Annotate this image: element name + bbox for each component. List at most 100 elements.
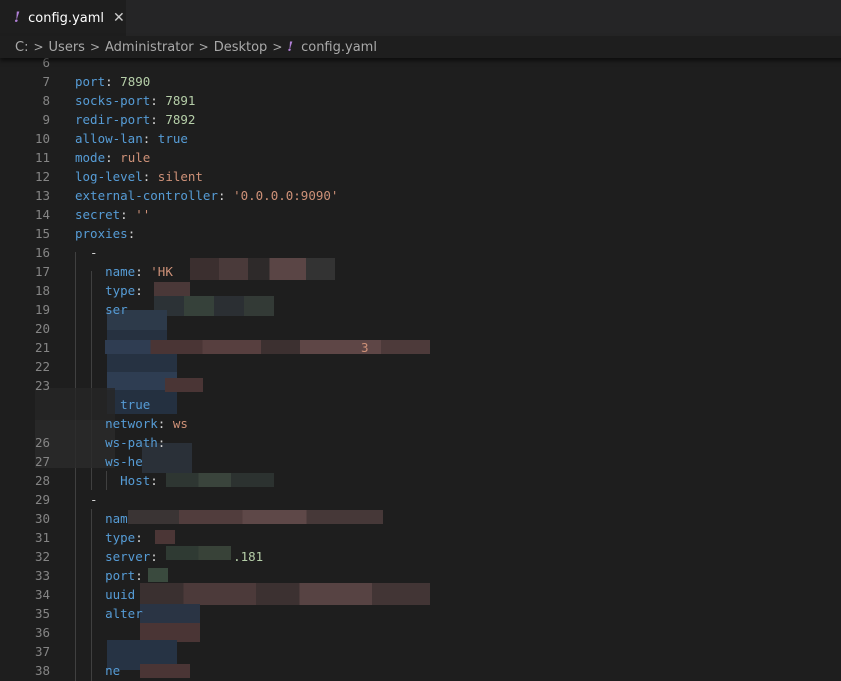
code-line[interactable]: 16 - — [0, 243, 841, 262]
line-code: 3 — [75, 338, 369, 357]
code-token: : — [120, 207, 136, 222]
line-code: secret: '' — [75, 205, 150, 224]
code-line[interactable]: 38 ne — [0, 661, 841, 680]
code-line[interactable]: 10 allow-lan: true — [0, 129, 841, 148]
line-number: 38 — [34, 663, 50, 678]
code-line[interactable]: 34 uuid — [0, 585, 841, 604]
code-line[interactable]: 15 proxies: — [0, 224, 841, 243]
code-line[interactable]: 36 — [0, 623, 841, 642]
code-token: 'HK — [150, 264, 173, 279]
breadcrumb-desktop[interactable]: Desktop — [214, 40, 268, 55]
line-code: ws-he — [75, 452, 143, 471]
code-line[interactable]: 22 — [0, 357, 841, 376]
code-token: server — [105, 549, 151, 564]
line-code: name: 'HK — [75, 262, 173, 281]
code-line[interactable]: 18 type: — [0, 281, 841, 300]
chevron-right-icon: > — [272, 40, 283, 54]
line-code: socks-port: 7891 — [75, 91, 195, 110]
line-number: 21 — [34, 340, 50, 355]
line-number: 37 — [34, 644, 50, 659]
code-line[interactable]: 11 mode: rule — [0, 148, 841, 167]
code-line[interactable]: network: ws — [0, 414, 841, 433]
chevron-right-icon: > — [89, 40, 100, 54]
code-line[interactable]: 17 name: 'HK — [0, 262, 841, 281]
code-line[interactable]: 13 external-controller: '0.0.0.0:9090' — [0, 186, 841, 205]
code-line[interactable]: 28 Host: — [0, 471, 841, 490]
code-token: : — [142, 169, 158, 184]
code-line[interactable]: 32 server: .181 — [0, 547, 841, 566]
code-token: true — [157, 131, 188, 146]
line-number: 10 — [34, 131, 50, 146]
code-line[interactable]: 7 port: 7890 — [0, 72, 841, 91]
line-number: 18 — [34, 283, 50, 298]
code-line[interactable]: 8 socks-port: 7891 — [0, 91, 841, 110]
breadcrumb-administrator[interactable]: Administrator — [105, 40, 194, 55]
line-code: type: — [75, 281, 143, 300]
line-number: 16 — [34, 245, 50, 260]
line-number: 27 — [34, 454, 50, 469]
code-line[interactable]: 30 nam — [0, 509, 841, 528]
line-code: external-controller: '0.0.0.0:9090' — [75, 186, 338, 205]
chevron-right-icon: > — [33, 40, 44, 54]
line-code: ws-path: — [75, 433, 165, 452]
breadcrumb-users[interactable]: Users — [49, 40, 85, 55]
code-token: log-level — [75, 169, 143, 184]
code-token: rule — [120, 150, 151, 165]
breadcrumb-drive[interactable]: C: — [15, 40, 28, 55]
code-token: type — [105, 530, 136, 545]
line-number: 6 — [42, 58, 50, 70]
code-token: true — [120, 397, 151, 412]
code-token: alter — [105, 606, 143, 621]
line-code: port: 7890 — [75, 72, 150, 91]
code-line[interactable]: 35 alter — [0, 604, 841, 623]
code-line[interactable]: 14 secret: '' — [0, 205, 841, 224]
code-line[interactable]: 12 log-level: silent — [0, 167, 841, 186]
line-number: 34 — [34, 587, 50, 602]
code-token: : — [135, 264, 151, 279]
close-icon[interactable]: ✕ — [113, 10, 125, 26]
line-number: 31 — [34, 530, 50, 545]
code-token: external-controller — [75, 188, 218, 203]
code-token: 7890 — [120, 74, 151, 89]
code-line[interactable]: 20 — [0, 319, 841, 338]
code-line[interactable]: 33 port: — [0, 566, 841, 585]
line-code: nam — [75, 509, 128, 528]
breadcrumb: C: > Users > Administrator > Desktop > !… — [0, 36, 841, 58]
code-line[interactable]: 31 type: — [0, 528, 841, 547]
code-token: ser — [105, 302, 128, 317]
tab-title: config.yaml — [28, 10, 105, 26]
code-editor[interactable]: 6 7 port: 7890 8 socks-port: 7891 9 redir-port… — [0, 58, 841, 681]
code-line[interactable]: 19 ser — [0, 300, 841, 319]
code-line[interactable]: true — [0, 395, 841, 414]
code-line[interactable]: 37 — [0, 642, 841, 661]
line-code: proxies: — [75, 224, 135, 243]
breadcrumb-file[interactable]: config.yaml — [301, 40, 377, 55]
code-token: : — [135, 530, 143, 545]
code-line[interactable]: 23 — [0, 376, 841, 395]
code-line[interactable]: 21 3 — [0, 338, 841, 357]
line-code: redir-port: 7892 — [75, 110, 195, 129]
code-line[interactable]: 27 ws-he — [0, 452, 841, 471]
code-token: proxies — [75, 226, 128, 241]
code-line[interactable]: 6 — [0, 58, 841, 72]
code-token: : — [218, 188, 234, 203]
yaml-warning-icon: ! — [14, 10, 21, 26]
tab-config-yaml[interactable]: ! config.yaml ✕ — [0, 0, 126, 36]
code-token: network — [105, 416, 158, 431]
code-line[interactable]: 29 - — [0, 490, 841, 509]
code-token: : — [150, 473, 158, 488]
code-token: : — [157, 435, 166, 450]
code-line[interactable]: 9 redir-port: 7892 — [0, 110, 841, 129]
code-line[interactable]: 26 ws-path: — [0, 433, 841, 452]
line-code: - — [75, 243, 98, 262]
line-number: 9 — [42, 112, 50, 127]
line-code: type: — [75, 528, 143, 547]
code-token: : — [127, 226, 136, 241]
